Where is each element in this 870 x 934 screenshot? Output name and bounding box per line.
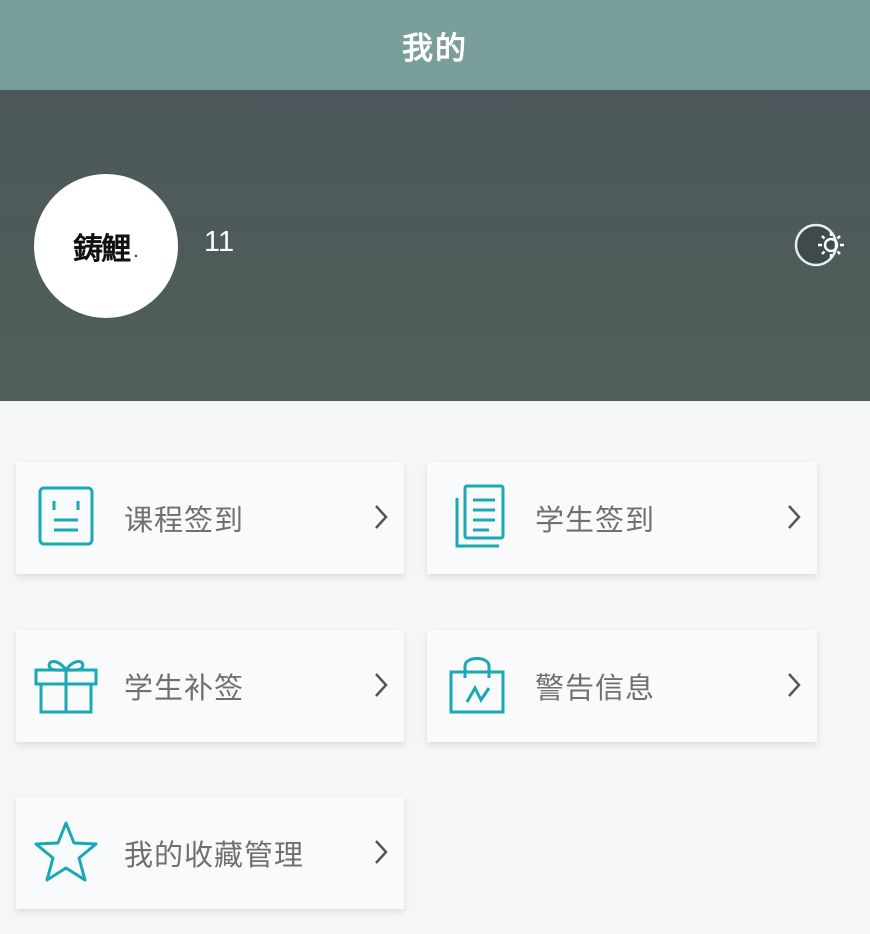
avatar-mark: . bbox=[133, 240, 139, 262]
menu-item-warning-info[interactable]: 警告信息 bbox=[427, 630, 817, 742]
settings-button[interactable] bbox=[794, 221, 848, 269]
shopping-bag-icon bbox=[449, 657, 505, 714]
gear-icon bbox=[794, 223, 844, 267]
menu-item-label: 课程签到 bbox=[124, 503, 245, 537]
chevron-right-icon bbox=[375, 505, 388, 529]
menu-item-favorites[interactable]: 我的收藏管理 bbox=[16, 797, 404, 909]
profile-panel: 鋳鯉 . 11 bbox=[0, 90, 870, 401]
username: 11 bbox=[204, 226, 235, 258]
chevron-right-icon bbox=[375, 840, 388, 864]
avatar-calligraphy: 鋳鯉 bbox=[73, 232, 131, 267]
menu-item-student-signin[interactable]: 学生签到 bbox=[427, 462, 817, 574]
star-icon bbox=[34, 821, 98, 882]
chevron-right-icon bbox=[375, 673, 388, 697]
top-bar: 我的 bbox=[0, 0, 870, 90]
sign-in-board-icon bbox=[38, 486, 94, 546]
menu-item-label: 学生签到 bbox=[535, 503, 656, 537]
menu-item-student-makeup[interactable]: 学生补签 bbox=[16, 630, 404, 742]
menu-item-label: 警告信息 bbox=[535, 671, 656, 705]
page-title: 我的 bbox=[402, 30, 468, 67]
gift-box-icon bbox=[34, 660, 98, 714]
menu-item-course-signin[interactable]: 课程签到 bbox=[16, 462, 404, 574]
menu-item-label: 我的收藏管理 bbox=[124, 838, 305, 872]
document-stack-icon bbox=[455, 484, 505, 548]
chevron-right-icon bbox=[788, 505, 801, 529]
menu-item-label: 学生补签 bbox=[124, 671, 245, 705]
avatar[interactable]: 鋳鯉 . bbox=[34, 174, 178, 318]
chevron-right-icon bbox=[788, 673, 801, 697]
